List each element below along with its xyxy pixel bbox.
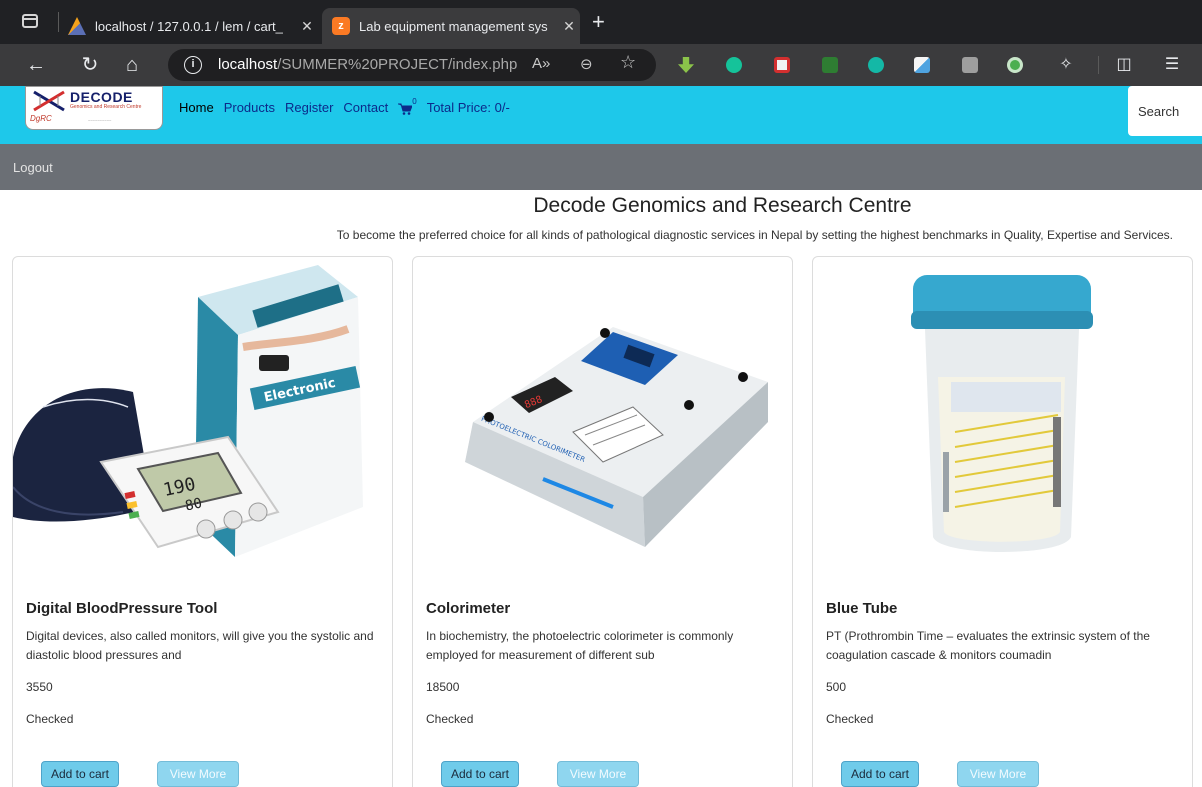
screen-recorder-extension-icon[interactable] <box>774 57 790 73</box>
add-to-cart-button[interactable]: Add to cart <box>441 761 519 787</box>
product-image-blood-pressure-monitor: Electronic 190 80 <box>13 265 363 557</box>
product-image-colorimeter: 888 PHOTOELECTRIC COLORIMETER <box>465 327 768 547</box>
product-card: Electronic 190 80 Digital BloodPressure … <box>12 256 393 787</box>
logout-link[interactable]: Logout <box>13 160 53 175</box>
product-price: 500 <box>826 680 847 694</box>
address-bar[interactable]: i localhost/SUMMER%20PROJECT/index.php A… <box>168 49 656 81</box>
site-logo[interactable]: DECODE Genomics and Research Centre DgRC… <box>25 86 163 130</box>
product-image-blue-tube <box>911 275 1093 552</box>
m-extension-icon[interactable] <box>868 57 884 73</box>
add-to-cart-button[interactable]: Add to cart <box>41 761 119 787</box>
product-card: 888 PHOTOELECTRIC COLORIMETER Colorimete… <box>412 256 793 787</box>
browser-tab-bar: localhost / 127.0.0.1 / lem / cart_ ✕ ᴢ … <box>0 0 1202 44</box>
product-description: Digital devices, also called monitors, w… <box>26 629 374 662</box>
extensions-puzzle-icon[interactable]: ✧ <box>1054 53 1078 77</box>
close-tab-icon[interactable]: ✕ <box>558 18 580 35</box>
nav-register[interactable]: Register <box>285 100 333 115</box>
product-status: Checked <box>426 712 474 726</box>
view-more-button[interactable]: View More <box>957 761 1039 787</box>
site-info-icon[interactable]: i <box>184 56 202 74</box>
color-picker-extension-icon[interactable] <box>914 57 930 73</box>
grammarly-extension-icon[interactable] <box>726 57 742 73</box>
tab-title: Lab equipment management sys <box>359 18 548 34</box>
split-screen-icon[interactable]: ◫ <box>1112 53 1136 77</box>
logo-side-text: DgRC <box>30 114 52 123</box>
logo-tagline-script: ~~~~~~~~~~ <box>88 118 112 123</box>
xampp-icon: ᴢ <box>332 17 350 35</box>
logo-subtext: Genomics and Research Centre <box>70 104 142 110</box>
tab-divider <box>58 12 59 32</box>
product-name: Blue Tube <box>826 600 898 617</box>
close-tab-icon[interactable]: ✕ <box>296 18 318 35</box>
toolbar-divider <box>1098 56 1099 74</box>
product-card: Blue Tube PT (Prothrombin Time – evaluat… <box>812 256 1193 787</box>
url-path: /SUMMER%20PROJECT/index.php <box>277 56 518 73</box>
favorite-star-icon[interactable]: ☆ <box>620 52 636 73</box>
nav-products[interactable]: Products <box>224 100 275 115</box>
product-price: 3550 <box>26 680 53 694</box>
cart-count-badge: 0 <box>412 97 417 106</box>
product-description: PT (Prothrombin Time – evaluates the ext… <box>826 629 1150 662</box>
read-aloud-icon[interactable]: A» <box>532 55 550 72</box>
dna-logo-icon <box>33 90 65 112</box>
address-url[interactable]: localhost/SUMMER%20PROJECT/index.php <box>218 56 517 73</box>
cart-icon[interactable] <box>398 103 413 115</box>
reload-icon[interactable]: ↻ <box>78 53 102 77</box>
clipboard-extension-icon[interactable] <box>962 57 978 73</box>
total-price: Total Price: 0/- <box>426 100 510 115</box>
tab-actions-icon[interactable] <box>22 14 38 28</box>
page-subtitle: To become the preferred choice for all k… <box>336 228 1173 242</box>
secondary-bar: Logout <box>0 144 1202 190</box>
download-extension-icon[interactable] <box>678 57 694 73</box>
page-title: Decode Genomics and Research Centre <box>533 194 912 217</box>
product-name: Digital BloodPressure Tool <box>26 600 218 617</box>
status-extension-icon[interactable] <box>1010 60 1020 70</box>
add-to-cart-button[interactable]: Add to cart <box>841 761 919 787</box>
product-name: Colorimeter <box>426 600 511 617</box>
product-description: In biochemistry, the photoelectric color… <box>426 629 734 662</box>
view-more-button[interactable]: View More <box>157 761 239 787</box>
browser-tab-phpmyadmin[interactable]: localhost / 127.0.0.1 / lem / cart_ ✕ <box>68 8 318 44</box>
main-menu: Home Products Register Contact 0 Total P… <box>179 97 510 115</box>
phpmyadmin-icon <box>68 17 86 35</box>
favorites-list-icon[interactable]: ☰ <box>1160 53 1184 77</box>
search-input[interactable] <box>1128 86 1202 136</box>
view-more-button[interactable]: View More <box>557 761 639 787</box>
product-status: Checked <box>826 712 874 726</box>
new-tab-icon[interactable]: + <box>592 11 605 33</box>
product-status: Checked <box>26 712 74 726</box>
url-host: localhost <box>218 56 278 73</box>
json-extension-icon[interactable] <box>822 57 838 73</box>
zoom-icon[interactable]: ⊖ <box>580 55 593 73</box>
nav-home[interactable]: Home <box>179 100 214 115</box>
logo-text: DECODE <box>70 89 133 105</box>
nav-contact[interactable]: Contact <box>343 100 388 115</box>
home-icon[interactable]: ⌂ <box>120 53 144 77</box>
browser-tab-active[interactable]: ᴢ Lab equipment management sys ✕ <box>322 8 580 44</box>
site-navbar: DECODE Genomics and Research Centre DgRC… <box>0 86 1202 144</box>
tab-title: localhost / 127.0.0.1 / lem / cart_ <box>95 18 283 34</box>
product-price: 18500 <box>426 680 460 694</box>
back-arrow-icon[interactable]: ← <box>24 53 48 77</box>
browser-toolbar: ← ↻ ⌂ i localhost/SUMMER%20PROJECT/index… <box>0 44 1202 86</box>
